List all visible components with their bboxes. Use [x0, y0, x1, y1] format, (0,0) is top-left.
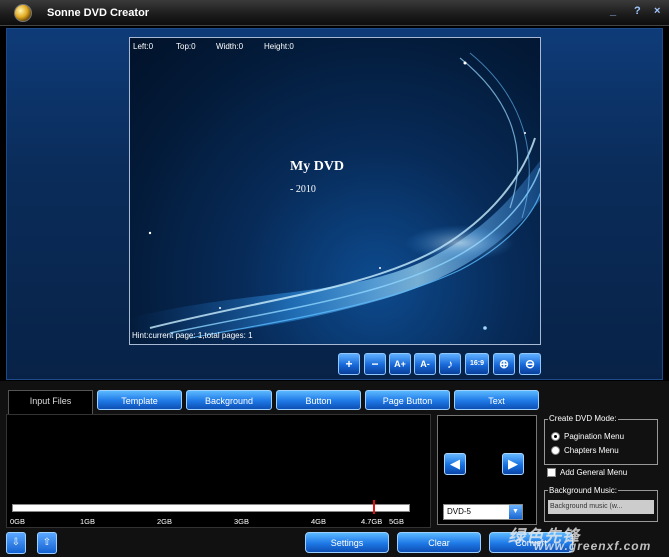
add-general-menu-checkbox[interactable]: [547, 468, 556, 477]
export-video-icon[interactable]: ⇧: [37, 532, 57, 554]
capacity-scale: [12, 504, 410, 512]
font-increase-icon[interactable]: A+: [389, 353, 411, 375]
coord-height: Height:0: [264, 42, 294, 51]
menu-canvas[interactable]: Left:0 Top:0 Width:0 Height:0 My DVD - 2…: [129, 37, 541, 345]
scale-tick: 5GB: [389, 517, 405, 526]
tab-background[interactable]: Background: [186, 390, 272, 410]
page-hint: Hint:current page: 1,total pages: 1: [132, 331, 253, 340]
background-art: [130, 52, 540, 339]
tab-text[interactable]: Text: [454, 390, 539, 410]
tab-button[interactable]: Button: [276, 390, 361, 410]
background-music-field[interactable]: Background music (w...: [548, 500, 654, 514]
chevron-down-icon[interactable]: ▼: [509, 505, 522, 519]
next-page-button[interactable]: ▶: [502, 453, 524, 475]
zoom-in-icon[interactable]: ⊕: [493, 353, 515, 375]
close-button[interactable]: ×: [654, 5, 660, 17]
pagination-menu-label: Pagination Menu: [564, 432, 625, 441]
add-icon[interactable]: +: [338, 353, 360, 375]
arrow-left-icon: ◀: [450, 456, 460, 471]
chapters-menu-label: Chapters Menu: [564, 446, 619, 455]
coord-left: Left:0: [133, 42, 154, 51]
scale-tick: 4GB: [311, 517, 327, 526]
aspect-ratio-button[interactable]: 16:9: [465, 353, 489, 375]
dvd-mode-title: Create DVD Mode:: [548, 414, 618, 423]
add-general-menu-label: Add General Menu: [560, 468, 628, 477]
scale-tick: 4.7GB: [361, 517, 383, 526]
tab-page-button[interactable]: Page Button: [365, 390, 450, 410]
dvd-title-text[interactable]: My DVD: [290, 159, 344, 175]
tab-input-files[interactable]: Input Files: [8, 390, 93, 415]
capacity-limit-marker: [373, 500, 375, 514]
music-note-icon[interactable]: ♪: [439, 353, 461, 375]
minimize-button[interactable]: _: [610, 5, 616, 17]
remove-icon[interactable]: −: [364, 353, 386, 375]
background-music-title: Background Music:: [548, 486, 619, 495]
font-decrease-icon[interactable]: A-: [414, 353, 436, 375]
zoom-out-icon[interactable]: ⊖: [519, 353, 541, 375]
app-title: Sonne DVD Creator: [47, 7, 150, 19]
help-button[interactable]: ?: [634, 5, 641, 17]
menu-preview-area: Left:0 Top:0 Width:0 Height:0 My DVD - 2…: [6, 28, 663, 380]
scale-tick: 1GB: [80, 517, 96, 526]
chapters-menu-radio[interactable]: [551, 446, 560, 455]
tab-template[interactable]: Template: [97, 390, 182, 410]
previous-page-button[interactable]: ◀: [444, 453, 466, 475]
watermark-url: www.greenxf.com: [534, 539, 652, 553]
app-logo-icon: [14, 4, 32, 22]
scale-tick: 2GB: [157, 517, 173, 526]
scale-tick: 0GB: [10, 517, 26, 526]
scale-tick: 3GB: [234, 517, 250, 526]
coord-top: Top:0: [176, 42, 196, 51]
coord-width: Width:0: [216, 42, 244, 51]
watermark: 绿色先锋 www.greenxf.com: [496, 524, 664, 554]
dvd-subtitle-text[interactable]: - 2010: [290, 184, 316, 195]
dvd-mode-group: [544, 419, 658, 465]
pagination-menu-radio[interactable]: [551, 432, 560, 441]
settings-button[interactable]: Settings: [305, 532, 389, 553]
import-video-icon[interactable]: ⇩: [6, 532, 26, 554]
title-bar: Sonne DVD Creator _ ? ×: [0, 0, 669, 26]
arrow-right-icon: ▶: [508, 456, 518, 471]
clear-button[interactable]: Clear: [397, 532, 481, 553]
